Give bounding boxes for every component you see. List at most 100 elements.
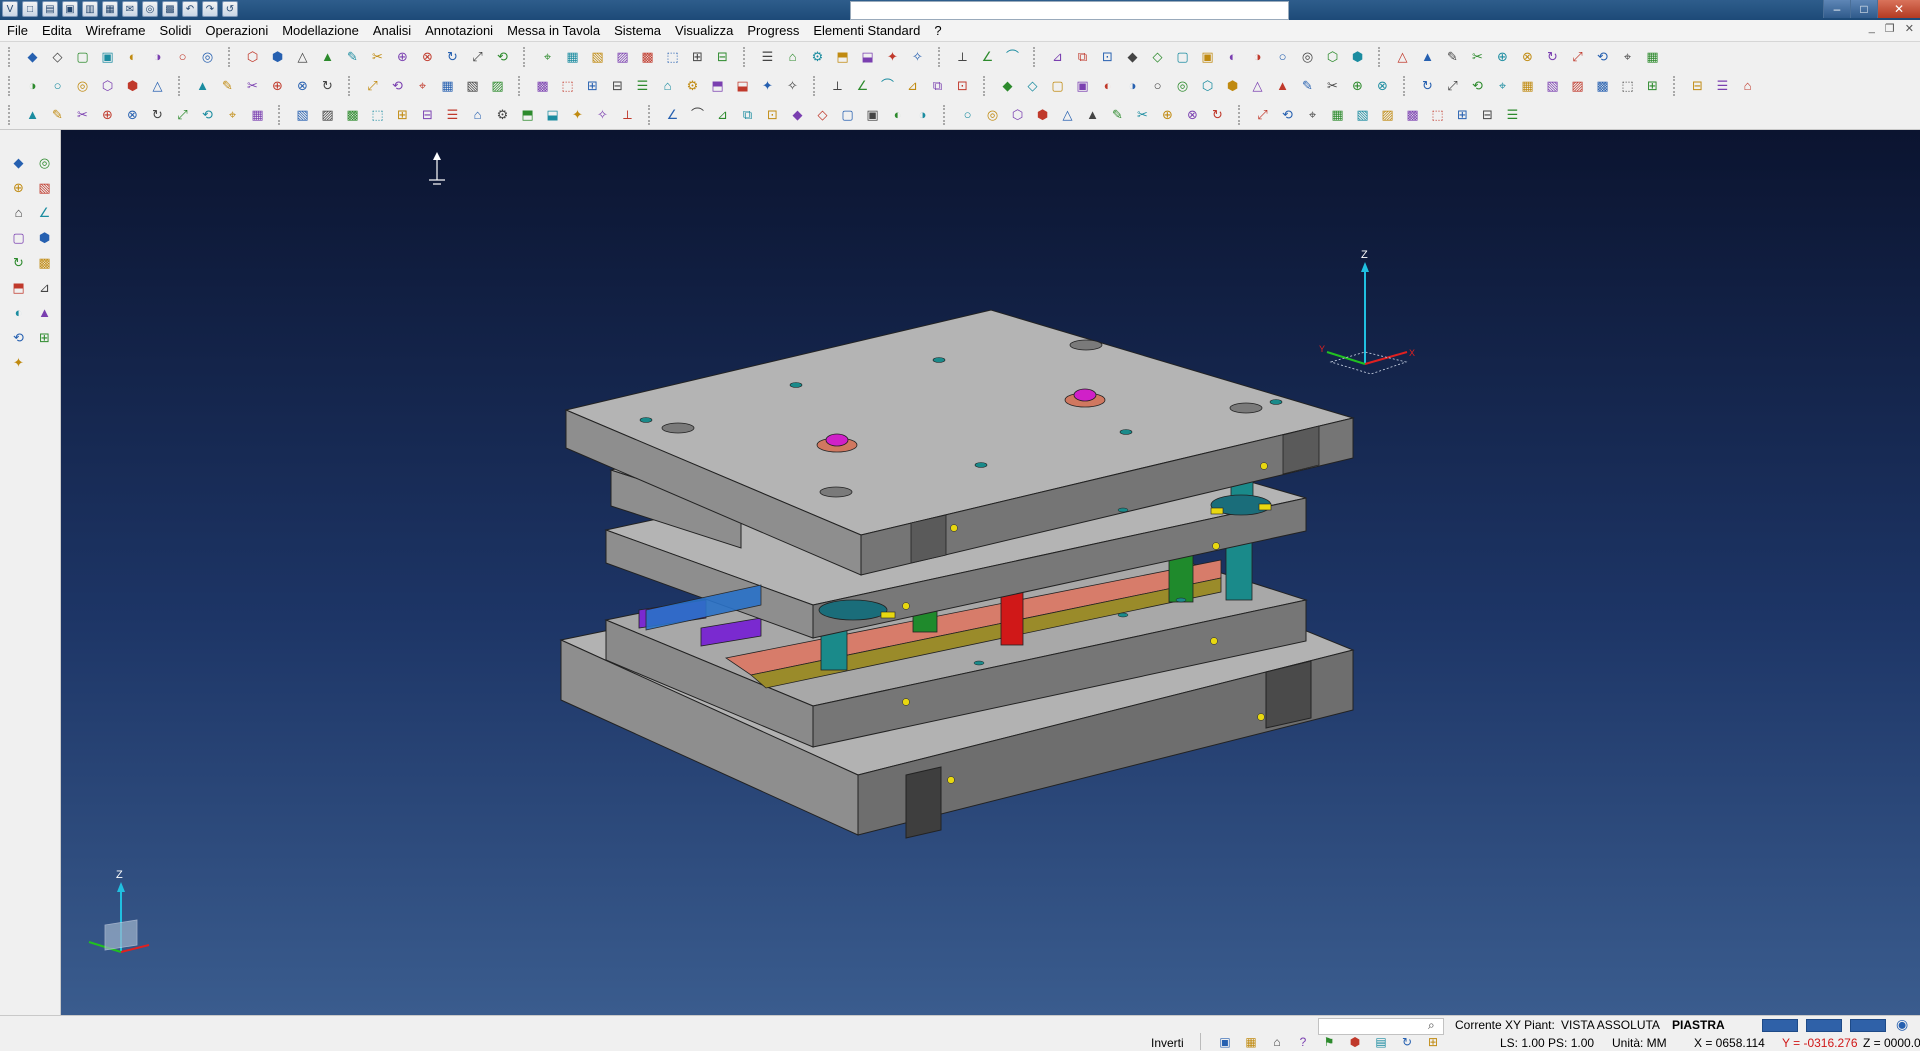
toolbar-tool-icon[interactable]: ▣ bbox=[97, 46, 118, 67]
toolbar-tool-icon[interactable]: ⊟ bbox=[1687, 75, 1708, 96]
toolbar-tool-icon[interactable]: ⊿ bbox=[1047, 46, 1068, 67]
toolbar-tool-icon[interactable]: ○ bbox=[957, 104, 978, 125]
toolbar-tool-icon[interactable]: ✂ bbox=[72, 104, 93, 125]
toolbar-tool-icon[interactable]: ▧ bbox=[292, 104, 313, 125]
toolbar-tool-icon[interactable]: ⟲ bbox=[1467, 75, 1488, 96]
toolbar-tool-icon[interactable]: ⌖ bbox=[1492, 75, 1513, 96]
left-tool-icon[interactable]: ⌂ bbox=[8, 202, 29, 223]
save-icon[interactable]: ▥ bbox=[82, 1, 98, 17]
toolbar-tool-icon[interactable]: ⟂ bbox=[827, 75, 848, 96]
toolbar-tool-icon[interactable]: ▨ bbox=[612, 46, 633, 67]
toolbar-tool-icon[interactable]: ⬡ bbox=[1197, 75, 1218, 96]
toolbar-tool-icon[interactable]: ▲ bbox=[1272, 75, 1293, 96]
toolbar-tool-icon[interactable]: ⤢ bbox=[1442, 75, 1463, 96]
toolbar-tool-icon[interactable]: ⧉ bbox=[1072, 46, 1093, 67]
toolbar-tool-icon[interactable]: ▨ bbox=[1567, 75, 1588, 96]
toolbar-tool-icon[interactable]: ↻ bbox=[442, 46, 463, 67]
toolbar-tool-icon[interactable]: ↻ bbox=[1542, 46, 1563, 67]
toolbar-tool-icon[interactable]: ▢ bbox=[1047, 75, 1068, 96]
toolbar-tool-icon[interactable]: ⊗ bbox=[1517, 46, 1538, 67]
current-layer[interactable]: PIASTRA bbox=[1672, 1018, 1725, 1032]
toolbar-tool-icon[interactable]: ⧉ bbox=[927, 75, 948, 96]
zoom-icon[interactable]: ◎ bbox=[142, 1, 158, 17]
toolbar-tool-icon[interactable]: ⊟ bbox=[417, 104, 438, 125]
toolbar-tool-icon[interactable]: ⬚ bbox=[557, 75, 578, 96]
left-tool-icon[interactable]: ▢ bbox=[8, 227, 29, 248]
toolbar-tool-icon[interactable]: ✦ bbox=[567, 104, 588, 125]
menu-annotazioni[interactable]: Annotazioni bbox=[418, 20, 500, 41]
toolbar-tool-icon[interactable]: ⬒ bbox=[517, 104, 538, 125]
toolbar-tool-icon[interactable]: ✎ bbox=[1107, 104, 1128, 125]
toolbar-tool-icon[interactable]: ⊞ bbox=[1642, 75, 1663, 96]
status-tool-icon[interactable]: ▤ bbox=[1371, 1033, 1391, 1050]
toolbar-tool-icon[interactable]: ⬒ bbox=[832, 46, 853, 67]
toolbar-tool-icon[interactable]: ⚙ bbox=[492, 104, 513, 125]
toolbar-grip[interactable] bbox=[1673, 75, 1679, 96]
toolbar-tool-icon[interactable]: ⊿ bbox=[712, 104, 733, 125]
left-tool-icon[interactable]: ⟲ bbox=[8, 327, 29, 348]
toolbar-grip[interactable] bbox=[178, 75, 184, 96]
toolbar-tool-icon[interactable]: ⬡ bbox=[242, 46, 263, 67]
toolbar-tool-icon[interactable]: ⟲ bbox=[1592, 46, 1613, 67]
toolbar-tool-icon[interactable]: ✎ bbox=[1297, 75, 1318, 96]
toolbar-tool-icon[interactable]: ⬢ bbox=[1032, 104, 1053, 125]
toolbar-tool-icon[interactable]: ▧ bbox=[587, 46, 608, 67]
toolbar-tool-icon[interactable]: ⟂ bbox=[617, 104, 638, 125]
toolbar-tool-icon[interactable]: ✧ bbox=[907, 46, 928, 67]
toolbar-tool-icon[interactable]: ⧉ bbox=[737, 104, 758, 125]
toolbar-tool-icon[interactable]: ⬡ bbox=[1007, 104, 1028, 125]
toolbar-tool-icon[interactable]: ⊗ bbox=[1182, 104, 1203, 125]
toolbar-tool-icon[interactable]: ⊗ bbox=[1372, 75, 1393, 96]
toolbar-tool-icon[interactable]: ▦ bbox=[1327, 104, 1348, 125]
toolbar-tool-icon[interactable]: ◐ bbox=[1222, 46, 1243, 67]
toolbar-tool-icon[interactable]: ▣ bbox=[862, 104, 883, 125]
toolbar-tool-icon[interactable]: ◇ bbox=[1022, 75, 1043, 96]
toolbar-tool-icon[interactable]: ◎ bbox=[982, 104, 1003, 125]
menu-file[interactable]: File bbox=[0, 20, 35, 41]
toolbar-tool-icon[interactable]: ✂ bbox=[1322, 75, 1343, 96]
toolbar-grip[interactable] bbox=[1403, 75, 1409, 96]
3d-viewport[interactable]: Z X Y Z bbox=[61, 130, 1920, 1015]
toolbar-tool-icon[interactable]: ▩ bbox=[637, 46, 658, 67]
toolbar-tool-icon[interactable]: ▧ bbox=[1352, 104, 1373, 125]
toolbar-grip[interactable] bbox=[1378, 46, 1384, 67]
toolbar-tool-icon[interactable]: ◇ bbox=[1147, 46, 1168, 67]
toolbar-tool-icon[interactable]: ▨ bbox=[317, 104, 338, 125]
search-icon[interactable]: ⌕ bbox=[1428, 1018, 1435, 1033]
toolbar-tool-icon[interactable]: ○ bbox=[47, 75, 68, 96]
toolbar-tool-icon[interactable]: ▲ bbox=[1417, 46, 1438, 67]
left-tool-icon[interactable]: ▧ bbox=[34, 177, 55, 198]
toolbar-tool-icon[interactable]: ⤢ bbox=[467, 46, 488, 67]
menu-solidi[interactable]: Solidi bbox=[153, 20, 199, 41]
toolbar-tool-icon[interactable]: ⌂ bbox=[467, 104, 488, 125]
toolbar-grip[interactable] bbox=[983, 75, 989, 96]
toolbar-tool-icon[interactable]: ⊿ bbox=[902, 75, 923, 96]
toolbar-tool-icon[interactable]: ⊕ bbox=[392, 46, 413, 67]
toolbar-tool-icon[interactable]: ⊞ bbox=[1452, 104, 1473, 125]
left-tool-icon[interactable]: ⬢ bbox=[34, 227, 55, 248]
toolbar-tool-icon[interactable]: ✎ bbox=[1442, 46, 1463, 67]
toolbar-tool-icon[interactable]: △ bbox=[147, 75, 168, 96]
toolbar-tool-icon[interactable]: ▲ bbox=[22, 104, 43, 125]
toolbar-tool-icon[interactable]: ⬡ bbox=[1322, 46, 1343, 67]
toolbar-grip[interactable] bbox=[523, 46, 529, 67]
toolbar-tool-icon[interactable]: ⬒ bbox=[707, 75, 728, 96]
toolbar-tool-icon[interactable]: ☰ bbox=[757, 46, 778, 67]
toolbar-tool-icon[interactable]: ⊟ bbox=[1477, 104, 1498, 125]
toolbar-tool-icon[interactable]: ▨ bbox=[1377, 104, 1398, 125]
toolbar-tool-icon[interactable]: ◎ bbox=[72, 75, 93, 96]
toolbar-tool-icon[interactable]: ✂ bbox=[1132, 104, 1153, 125]
left-tool-icon[interactable]: ▩ bbox=[34, 252, 55, 273]
toolbar-tool-icon[interactable]: ☰ bbox=[442, 104, 463, 125]
toolbar-tool-icon[interactable]: ✂ bbox=[242, 75, 263, 96]
toolbar-tool-icon[interactable]: ◆ bbox=[1122, 46, 1143, 67]
toolbar-tool-icon[interactable]: ▩ bbox=[1592, 75, 1613, 96]
toolbar-tool-icon[interactable]: ▢ bbox=[72, 46, 93, 67]
toolbar-tool-icon[interactable]: ◆ bbox=[22, 46, 43, 67]
mdi-restore-icon[interactable]: ❐ bbox=[1885, 22, 1895, 35]
toolbar-tool-icon[interactable]: ✎ bbox=[217, 75, 238, 96]
print-icon[interactable]: ▦ bbox=[102, 1, 118, 17]
toolbar-tool-icon[interactable]: △ bbox=[1057, 104, 1078, 125]
toolbar-tool-icon[interactable]: ▣ bbox=[1197, 46, 1218, 67]
toolbar-tool-icon[interactable]: ↻ bbox=[147, 104, 168, 125]
